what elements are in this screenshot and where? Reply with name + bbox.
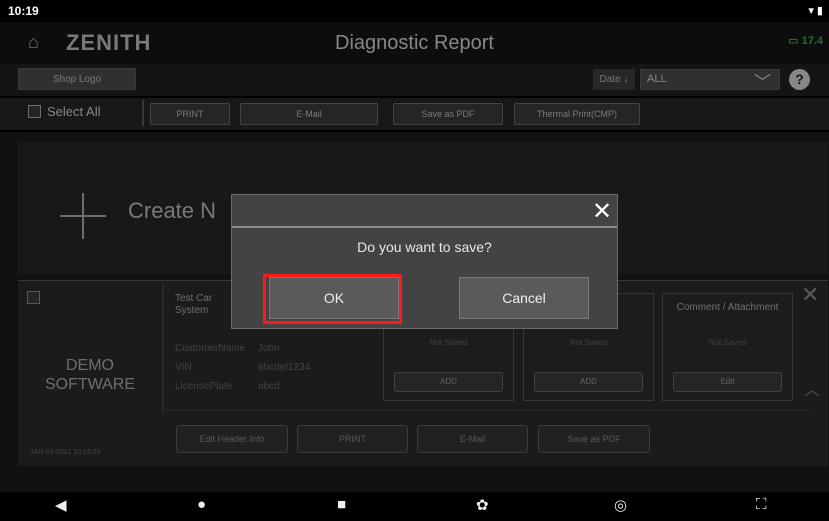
close-icon[interactable]: ✕ (592, 197, 612, 226)
clock: 10:19 (8, 4, 39, 18)
settings-icon[interactable]: ✿ (476, 496, 489, 514)
dialog-message: Do you want to save? (357, 239, 492, 255)
screenshot-icon[interactable]: ⛶ (756, 496, 767, 513)
cancel-button[interactable]: Cancel (459, 277, 589, 319)
app-icon[interactable]: ◎ (614, 496, 627, 514)
dialog-header: ✕ (232, 195, 617, 228)
recents-icon[interactable]: ■ (337, 496, 346, 513)
home-icon[interactable]: ● (197, 496, 206, 513)
system-icons: ▾ ▮ (808, 5, 823, 17)
ok-highlight-box (263, 274, 402, 324)
back-icon[interactable]: ◀ (55, 496, 67, 514)
system-nav-bar: ◀ ● ■ ✿ ◎ ⛶ (0, 492, 829, 521)
status-bar: 10:19 ▾ ▮ (0, 0, 829, 22)
